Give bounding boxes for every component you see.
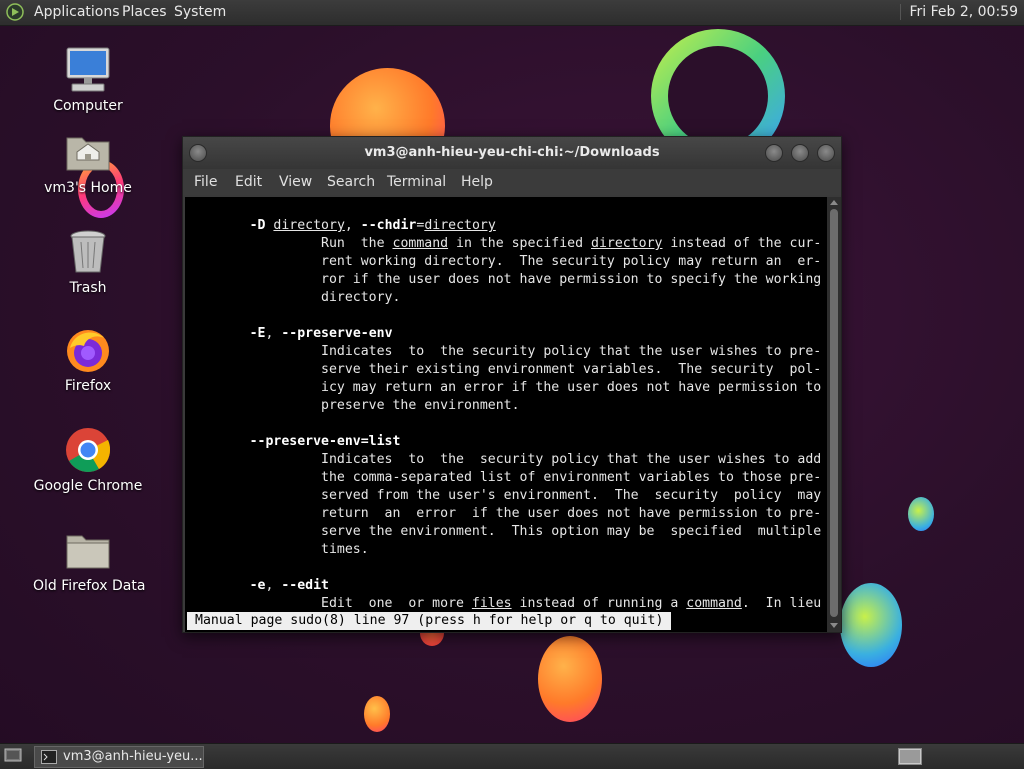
- menu-help[interactable]: Help: [461, 174, 493, 190]
- menu-applications[interactable]: Applications: [34, 4, 120, 20]
- terminal-menubar: File Edit View Search Terminal Help: [183, 169, 841, 195]
- desktop-icon-home[interactable]: vm3's Home: [33, 128, 143, 196]
- taskbar-window-label: vm3@anh-hieu-yeu...: [63, 749, 203, 764]
- maximize-button[interactable]: [791, 144, 809, 162]
- menu-edit[interactable]: Edit: [235, 174, 262, 190]
- menu-view[interactable]: View: [279, 174, 312, 190]
- scrollbar-thumb[interactable]: [830, 209, 838, 617]
- wallpaper-orange-ball: [538, 636, 602, 722]
- menu-terminal[interactable]: Terminal: [387, 174, 446, 190]
- bottom-panel: vm3@anh-hieu-yeu...: [0, 743, 1024, 769]
- desktop-icon-label: Trash: [69, 280, 107, 296]
- desktop-icon-trash[interactable]: Trash: [33, 228, 143, 296]
- workspace-switcher-icon[interactable]: [898, 748, 922, 765]
- terminal-scrollbar[interactable]: [827, 197, 841, 632]
- applications-logo-icon[interactable]: [6, 3, 24, 21]
- folder-icon: [64, 526, 112, 574]
- desktop-icon-label: Firefox: [64, 378, 112, 394]
- desktop-icon-label: vm3's Home: [44, 180, 132, 196]
- menu-system[interactable]: System: [174, 4, 226, 20]
- chrome-icon: [64, 426, 112, 474]
- close-button[interactable]: [817, 144, 835, 162]
- menu-file[interactable]: File: [194, 174, 217, 190]
- desktop-icon-label: Google Chrome: [33, 478, 143, 494]
- menu-search[interactable]: Search: [327, 174, 375, 190]
- menu-places[interactable]: Places: [122, 4, 167, 20]
- computer-icon: [64, 46, 112, 94]
- desktop-icon-label: Old Firefox Data: [33, 578, 146, 594]
- window-title: vm3@anh-hieu-yeu-chi-chi:~/Downloads: [364, 145, 660, 160]
- home-folder-icon: [64, 128, 112, 176]
- taskbar-window-button[interactable]: vm3@anh-hieu-yeu...: [34, 746, 204, 768]
- trash-icon: [64, 228, 112, 276]
- man-page-text: -D directory, --chdir=directory Run the …: [249, 218, 822, 611]
- terminal-screen[interactable]: -D directory, --chdir=directory Run the …: [185, 197, 827, 632]
- pager-status-line: Manual page sudo(8) line 97 (press h for…: [187, 612, 672, 630]
- desktop-icon-label: Computer: [53, 98, 123, 114]
- firefox-icon: [64, 326, 112, 374]
- desktop-icon-chrome[interactable]: Google Chrome: [33, 426, 143, 494]
- clock[interactable]: Fri Feb 2, 00:59: [900, 4, 1018, 20]
- desktop-icon-old-firefox-data[interactable]: Old Firefox Data: [33, 526, 146, 594]
- scroll-down-arrow-icon[interactable]: [830, 623, 838, 628]
- desktop-icon-firefox[interactable]: Firefox: [33, 326, 143, 394]
- terminal-window[interactable]: vm3@anh-hieu-yeu-chi-chi:~/Downloads Fil…: [182, 136, 842, 633]
- minimize-button[interactable]: [765, 144, 783, 162]
- show-desktop-icon[interactable]: [4, 748, 22, 764]
- wallpaper-blue-ball: [840, 583, 902, 667]
- wallpaper-small-ball: [908, 497, 934, 531]
- top-panel: Applications Places System Fri Feb 2, 00…: [0, 0, 1024, 26]
- desktop-icon-computer[interactable]: Computer: [33, 46, 143, 114]
- scroll-up-arrow-icon[interactable]: [830, 200, 838, 205]
- window-titlebar[interactable]: vm3@anh-hieu-yeu-chi-chi:~/Downloads: [183, 137, 841, 169]
- terminal-icon: [41, 750, 57, 764]
- wallpaper-small-orange-ball: [364, 696, 390, 732]
